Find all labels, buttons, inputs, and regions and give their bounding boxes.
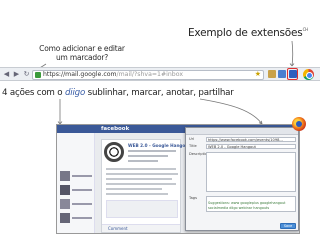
chrome-logo-icon[interactable] — [303, 69, 314, 80]
post-meta-line — [128, 160, 158, 162]
facebook-sidebar — [57, 133, 95, 233]
diigo-extension-icon[interactable] — [289, 70, 297, 78]
tags-label: Tags — [189, 196, 197, 200]
annotation-actions-brand: diigo — [64, 88, 86, 98]
back-arrow-icon[interactable]: ◀ — [2, 70, 11, 79]
diigo-bookmark-dialog: Url https://www.facebook.com/events/1098… — [185, 127, 299, 231]
post-body-line — [106, 168, 176, 170]
lock-icon — [35, 71, 41, 78]
reload-icon[interactable]: ↻ — [22, 70, 31, 79]
annotation-actions-suffix: sublinhar, marcar, anotar, partilhar — [85, 88, 234, 98]
url-label: Url — [189, 137, 195, 141]
comment-link[interactable]: Comment — [108, 226, 128, 231]
annotation-extension-mark: CH — [302, 27, 309, 32]
annotation-how-to-add-line1: Como adicionar e editar — [39, 44, 125, 53]
url-host: https://mail.google.com — [43, 70, 117, 78]
firefox-logo-icon — [292, 117, 306, 131]
post-meta-line — [128, 155, 168, 157]
address-bar[interactable]: https://mail.google.com/mail/?shva=1#inb… — [32, 69, 264, 80]
dialog-title-bar — [186, 128, 298, 135]
post-body-line — [106, 178, 172, 180]
annotation-diigo-actions: 4 ações com o diigo sublinhar, marcar, a… — [2, 88, 234, 98]
post-attachment[interactable] — [106, 200, 178, 218]
friend-name-line — [72, 203, 92, 205]
post-action-bar: Comment — [102, 224, 180, 232]
friend-name-line — [72, 189, 92, 191]
title-value: WEB 2.0 - Google Hangout — [208, 144, 256, 149]
save-button[interactable]: Save — [280, 223, 296, 229]
extension-icon-2[interactable] — [278, 70, 286, 78]
event-avatar — [104, 142, 124, 162]
friend-thumb[interactable] — [60, 171, 70, 181]
friend-thumb[interactable] — [60, 185, 70, 195]
annotation-how-to-add: Como adicionar e editar um marcador? — [22, 44, 142, 62]
friend-thumb[interactable] — [60, 213, 70, 223]
friend-thumb[interactable] — [60, 199, 70, 209]
post-body-line — [106, 183, 176, 185]
annotation-how-to-add-line2: um marcador? — [56, 53, 108, 62]
extension-icon-1[interactable] — [268, 70, 276, 78]
facebook-event-post: WEB 2.0 - Google Hangout Comment — [101, 139, 190, 233]
description-field[interactable] — [206, 152, 296, 192]
arrow-actions-right — [199, 98, 263, 125]
facebook-screenshot: facebook WEB 2.0 - Google Hangout Commen… — [56, 124, 300, 234]
browser-toolbar: ◀ ▶ ↻ https://mail.google.com/mail/?shva… — [0, 67, 320, 81]
post-meta-line — [128, 150, 176, 152]
address-url: https://mail.google.com/mail/?shva=1#inb… — [43, 71, 183, 79]
url-path: /mail/?shva=1#inbox — [116, 70, 183, 78]
tag-suggestions[interactable]: Suggestions: www googleplus googlehangou… — [208, 201, 294, 210]
post-author[interactable]: WEB 2.0 - Google Hangout — [128, 143, 190, 148]
facebook-logo: facebook — [101, 126, 130, 132]
friend-name-line — [72, 175, 92, 177]
bookmark-star-icon[interactable]: ★ — [255, 70, 261, 78]
url-value: https://www.facebook.com/events/1098... — [208, 137, 283, 142]
arrow-extension — [291, 40, 294, 67]
annotation-extension-text: Exemplo de extensões — [188, 27, 303, 39]
forward-arrow-icon[interactable]: ▶ — [12, 70, 21, 79]
friend-name-line — [72, 217, 92, 219]
post-body-line — [106, 193, 168, 195]
title-label: Title — [189, 144, 197, 148]
annotation-actions-prefix: 4 ações com o — [2, 88, 65, 98]
annotation-extension-example: Exemplo de extensõesCH — [188, 27, 308, 39]
post-body-line — [106, 188, 162, 190]
post-body-line — [106, 173, 178, 175]
